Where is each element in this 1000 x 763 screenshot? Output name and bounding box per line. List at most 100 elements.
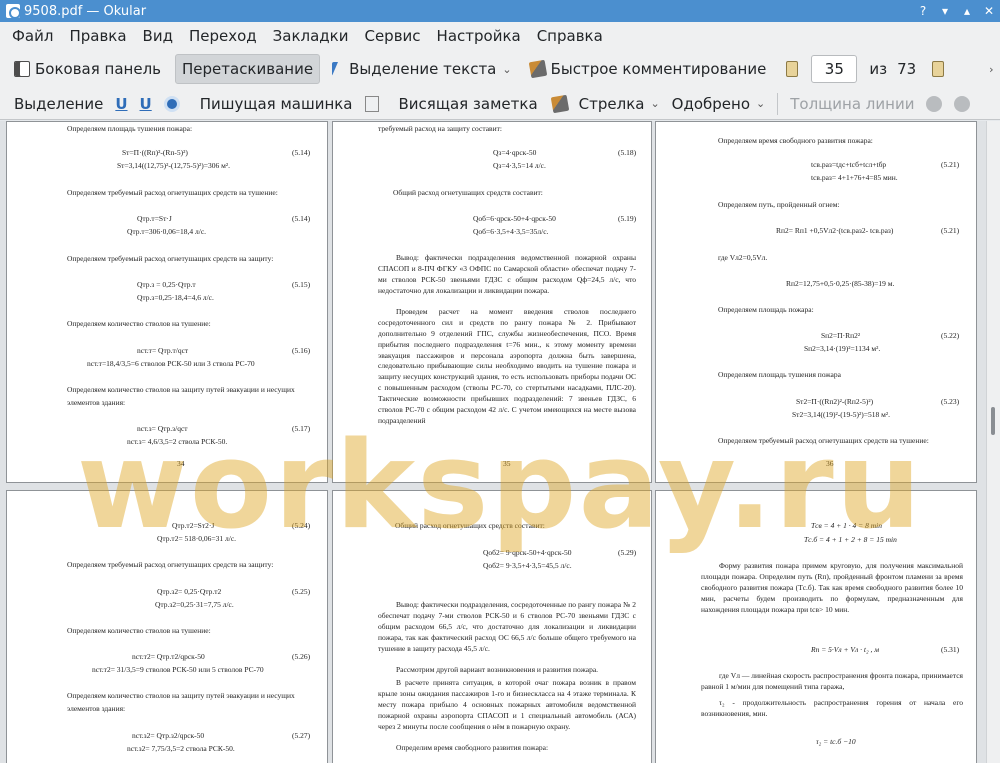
typewriter-button[interactable]: Пишущая машинка <box>194 89 359 119</box>
menu-help[interactable]: Справка <box>529 27 611 45</box>
line-width-button[interactable]: Толщина линии <box>784 89 920 119</box>
equation-number: (5.27) <box>292 731 311 740</box>
stamp-button[interactable]: Одобрено ⌄ <box>666 89 772 119</box>
pdf-page-39: Tсв = 4 + 1 · 4 = 8 min Tс.б = 4 + 1 + 2… <box>655 490 977 763</box>
equation: Sп2=П·Rп2² <box>821 331 861 340</box>
pdf-page-37: Qтр.т2=Sт2·J (5.24) Qтр.т2= 518·0,06=31 … <box>6 490 328 763</box>
paragraph: Вывод: фактически подразделения, сосредо… <box>378 600 636 653</box>
browse-tool-button[interactable]: Перетаскивание <box>175 54 321 84</box>
browse-tool-label: Перетаскивание <box>182 60 314 78</box>
text-selection-button[interactable]: Выделение текста ⌄ <box>326 54 518 84</box>
menu-file[interactable]: Файл <box>4 27 61 45</box>
color-icon[interactable] <box>926 95 943 112</box>
text-line: Определяем требуемый расход огнетушащих … <box>67 188 278 197</box>
sidebar-button-label: Боковая панель <box>35 60 161 78</box>
equation-number: (5.17) <box>292 424 311 433</box>
equation-number: (5.14) <box>292 148 311 157</box>
equation: Rп2= Rп1 +0,5Vл2·(tсв.раз2- tсв.раз) <box>776 226 894 235</box>
chevron-down-icon[interactable]: ⌄ <box>650 97 659 110</box>
equation-number: (5.23) <box>941 397 960 406</box>
equation: Qтр.з2= 0,25·Qтр.т2 <box>157 587 222 596</box>
highlighter-button[interactable]: Выделение <box>8 89 109 119</box>
text-selection-label: Выделение текста <box>349 60 497 78</box>
equation-number: (5.29) <box>618 548 637 557</box>
text-line: элементов здания: <box>67 398 126 407</box>
text-line: Определяем время свободного развития пож… <box>718 136 873 145</box>
paragraph: Проведем расчет на момент введения ствол… <box>378 307 636 425</box>
toolbar-overflow-icon[interactable]: › <box>989 63 993 76</box>
vertical-scrollbar[interactable] <box>986 121 1000 763</box>
paragraph: Форму развития пожара примем круговую, д… <box>701 561 963 614</box>
equation: Sт=П·((Rп)²-(Rп-5)²) <box>122 148 188 157</box>
equation-number: (5.21) <box>941 160 960 169</box>
close-icon[interactable]: ✕ <box>978 0 1000 22</box>
equation: Qтр.т=Sт·J <box>137 214 172 223</box>
text-line: элементов здания: <box>67 704 126 713</box>
text-line: где Vл2=0,5Vл. <box>718 253 768 262</box>
equation: Qоб=6·qрск-50+4·qрск-50 <box>473 214 556 223</box>
equation: nст.т= Qтр.т/qст <box>137 346 189 355</box>
text-line: Определяем количество стволов на защиту … <box>67 691 295 700</box>
sidebar-icon <box>14 61 30 77</box>
text-line: Определяем площадь тушения пожара: <box>67 124 193 133</box>
pen-icon <box>528 59 547 79</box>
equation: tсв.раз=tдс+tсб+tсл+tбр <box>811 160 887 169</box>
equation-number: (5.31) <box>941 645 960 654</box>
annotation-toolbar: Выделение U U Пишущая машинка Висящая за… <box>0 88 1000 120</box>
arrow-button[interactable]: Стрелка ⌄ <box>573 89 666 119</box>
menu-go[interactable]: Переход <box>181 27 265 45</box>
text-line: Определяем площадь пожара: <box>718 305 814 314</box>
quick-annotations-label: Быстрое комментирование <box>550 60 767 78</box>
chevron-down-icon[interactable]: ⌄ <box>502 63 511 76</box>
scrollbar-thumb[interactable] <box>991 407 995 435</box>
equation-number: (5.19) <box>618 214 637 223</box>
page-number-input[interactable]: 35 <box>811 55 858 83</box>
equation: Qтр.з2=0,25·31=7,75 л/с. <box>155 600 234 609</box>
page-number: 35 <box>503 459 511 468</box>
equation: Tс.б = 4 + 1 + 2 + 8 = 15 min <box>804 535 897 544</box>
typewriter-label: Пишущая машинка <box>199 94 353 113</box>
window-title: 9508.pdf — Okular <box>24 3 147 19</box>
help-icon[interactable]: ? <box>912 0 934 22</box>
equation: nст.з2= 7,75/3,5=2 ствола РСК-50. <box>127 744 235 753</box>
document-viewport[interactable]: Определяем площадь тушения пожара: Sт=П·… <box>0 121 986 763</box>
page-number: 36 <box>826 459 834 468</box>
toolbar-separator <box>777 92 779 115</box>
opacity-icon[interactable] <box>954 95 971 112</box>
okular-app-icon <box>6 4 21 19</box>
equation: nст.з= 4,6/3,5=2 ствола РСК-50. <box>127 437 228 446</box>
paragraph: Рассмотрим другой вариант возникновения … <box>396 665 599 674</box>
equation: Qоб2= 9·qрск-50+4·qрск-50 <box>483 548 572 557</box>
popup-note-button[interactable]: Висящая заметка <box>393 89 544 119</box>
menu-settings[interactable]: Настройка <box>429 27 529 45</box>
equation-number: (5.24) <box>292 521 311 530</box>
quick-annotations-button[interactable]: Быстрое комментирование <box>524 54 773 84</box>
pdf-page-35: требуемый расход на защиту составит: Qз=… <box>332 121 652 483</box>
equation-number: (5.25) <box>292 587 311 596</box>
arrow-pen-icon <box>550 94 569 113</box>
minimize-icon[interactable]: ▾ <box>934 0 956 22</box>
equation: Rп = 5·Vл + Vл · t₂ , м <box>811 645 880 654</box>
maximize-icon[interactable]: ▴ <box>956 0 978 22</box>
sidebar-button[interactable]: Боковая панель <box>8 54 167 84</box>
pdf-page-34: Определяем площадь тушения пожара: Sт=П·… <box>6 121 328 483</box>
menu-tools[interactable]: Сервис <box>356 27 428 45</box>
next-page-icon[interactable] <box>932 61 945 77</box>
chevron-down-icon[interactable]: ⌄ <box>756 97 765 110</box>
squiggle-icon[interactable]: U <box>140 95 152 113</box>
pdf-page-36: Определяем время свободного развития пож… <box>655 121 977 483</box>
menu-bookmarks[interactable]: Закладки <box>265 27 357 45</box>
equation: Qтр.т2=Sт2·J <box>172 521 215 530</box>
text-line: Определяем площадь тушения пожара <box>718 370 841 379</box>
equation: nст.т2= 31/3,5=9 стволов РСК-50 или 5 ст… <box>92 665 264 674</box>
equation: Rп2=12,75+0,5·0,25·(85-38)=19 м. <box>786 279 895 288</box>
underline-icon[interactable]: U <box>115 95 127 113</box>
strikeout-icon[interactable] <box>163 95 180 112</box>
previous-page-icon[interactable] <box>786 61 799 77</box>
menu-edit[interactable]: Правка <box>61 27 134 45</box>
text-line: Общий расход огнетушащих средств состави… <box>393 188 543 197</box>
equation: Qтр.т2= 518·0,06=31 л/с. <box>157 534 237 543</box>
cursor-icon <box>332 62 344 76</box>
equation: tсв.раз= 4+1+76+4=85 мин. <box>811 173 898 182</box>
menu-view[interactable]: Вид <box>135 27 181 45</box>
